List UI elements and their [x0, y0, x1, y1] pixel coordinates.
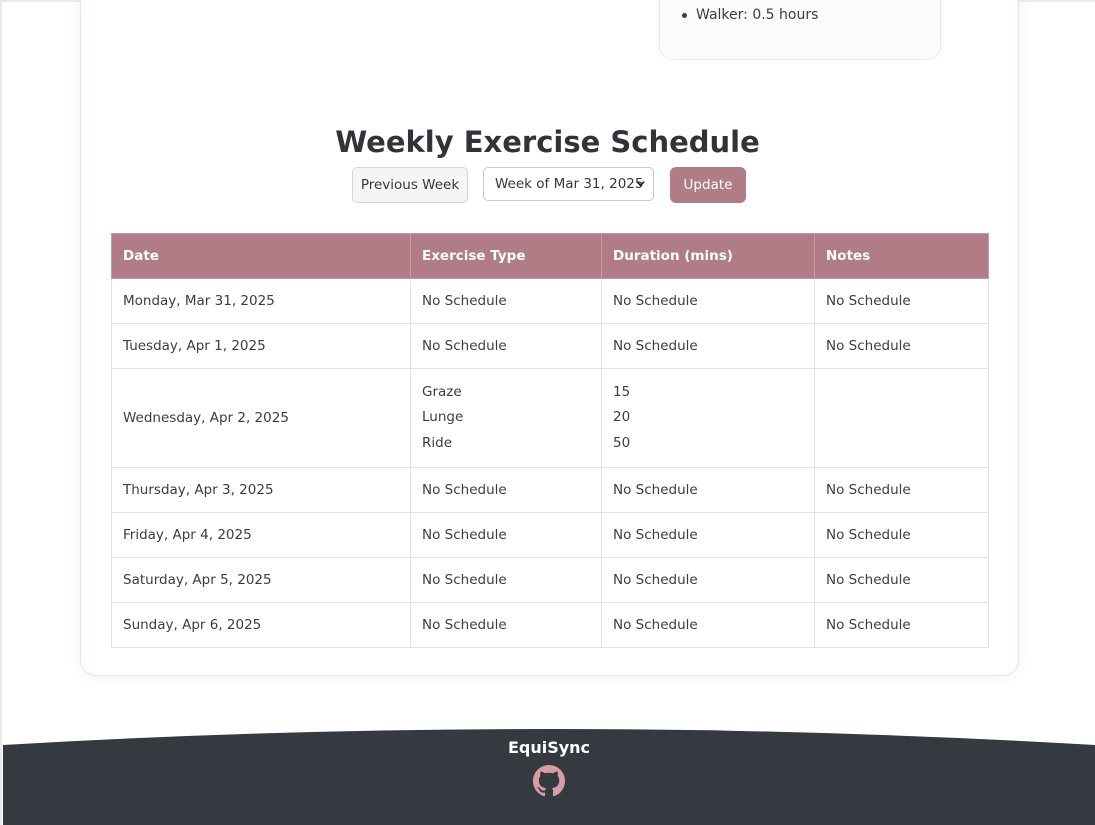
- week-select-value: Week of Mar 31, 2025: [495, 176, 644, 192]
- cell-duration: No Schedule: [601, 602, 815, 648]
- summary-item: Walker: 0.5 hours: [682, 7, 818, 23]
- cell-notes: No Schedule: [814, 602, 989, 648]
- github-icon[interactable]: [533, 765, 565, 797]
- exercise-type-entry: No Schedule: [422, 527, 507, 543]
- cell-notes: No Schedule: [814, 323, 989, 369]
- cell-notes: [814, 368, 989, 468]
- schedule-table: Date Exercise Type Duration (mins) Notes…: [111, 233, 989, 648]
- cell-exercise-type: No Schedule: [410, 557, 602, 603]
- cell-date: Friday, Apr 4, 2025: [111, 512, 411, 558]
- duration-entry: No Schedule: [613, 338, 698, 354]
- cell-date: Saturday, Apr 5, 2025: [111, 557, 411, 603]
- exercise-type-entry: Graze: [422, 383, 462, 400]
- cell-duration: No Schedule: [601, 467, 815, 513]
- cell-duration: No Schedule: [601, 512, 815, 558]
- duration-entry: 15: [613, 383, 631, 400]
- cell-duration: 15 20 50: [601, 368, 815, 468]
- cell-duration: No Schedule: [601, 557, 815, 603]
- chevron-down-icon: [636, 181, 645, 187]
- table-header-row: Date Exercise Type Duration (mins) Notes: [111, 233, 989, 279]
- table-row: Tuesday, Apr 1, 2025 No Schedule No Schedu…: [111, 323, 989, 369]
- cell-notes: No Schedule: [814, 512, 989, 558]
- column-header-duration: Duration (mins): [601, 233, 815, 279]
- cell-exercise-type: No Schedule: [410, 467, 602, 513]
- schedule-body: Monday, Mar 31, 2025 No Schedule No Schedu…: [111, 278, 989, 648]
- duration-entry: No Schedule: [613, 293, 698, 309]
- exercise-type-entry: Lunge: [422, 409, 464, 426]
- cell-exercise-type: Graze Lunge Ride: [410, 368, 602, 468]
- cell-exercise-type: No Schedule: [410, 512, 602, 558]
- cell-duration: No Schedule: [601, 323, 815, 369]
- cell-date: Tuesday, Apr 1, 2025: [111, 323, 411, 369]
- cell-date: Thursday, Apr 3, 2025: [111, 467, 411, 513]
- cell-date: Wednesday, Apr 2, 2025: [111, 368, 411, 468]
- week-select[interactable]: Week of Mar 31, 2025: [483, 167, 654, 201]
- exercise-type-entry: Ride: [422, 434, 453, 451]
- exercise-type-entry: No Schedule: [422, 338, 507, 354]
- cell-exercise-type: No Schedule: [410, 323, 602, 369]
- schedule-title: Weekly Exercise Schedule: [335, 125, 760, 159]
- cell-exercise-type: No Schedule: [410, 278, 602, 324]
- cell-notes: No Schedule: [814, 278, 989, 324]
- footer-brand: EquiSync: [507, 738, 591, 757]
- table-row: Monday, Mar 31, 2025 No Schedule No Schedu…: [111, 278, 989, 324]
- table-row: Sunday, Apr 6, 2025 No Schedule No Schedul…: [111, 602, 989, 648]
- footer: EquiSync: [3, 729, 1095, 825]
- cell-notes: No Schedule: [814, 467, 989, 513]
- summary-item-text: Walker: 0.5 hours: [696, 7, 819, 23]
- exercise-type-entry: No Schedule: [422, 482, 507, 498]
- bullet-icon: [682, 12, 687, 18]
- exercise-type-entry: No Schedule: [422, 572, 507, 588]
- exercise-type-entry: No Schedule: [422, 617, 507, 633]
- column-header-date: Date: [111, 233, 411, 279]
- previous-week-button[interactable]: Previous Week: [352, 167, 468, 203]
- duration-entry: 20: [613, 409, 631, 426]
- column-header-exercise-type: Exercise Type: [410, 233, 602, 279]
- duration-entry: No Schedule: [613, 617, 698, 633]
- duration-entry: 50: [613, 434, 631, 451]
- table-row: Wednesday, Apr 2, 2025 Graze Lunge Ride 15 20…: [111, 368, 989, 468]
- left-divider: [0, 0, 2, 825]
- table-row: Thursday, Apr 3, 2025 No Schedule No Sched…: [111, 467, 989, 513]
- duration-entry: No Schedule: [613, 572, 698, 588]
- cell-exercise-type: No Schedule: [410, 602, 602, 648]
- exercise-type-entry: No Schedule: [422, 293, 507, 309]
- table-row: Saturday, Apr 5, 2025 No Schedule No Sched…: [111, 557, 989, 603]
- duration-entry: No Schedule: [613, 527, 698, 543]
- column-header-notes: Notes: [814, 233, 989, 279]
- duration-entry: No Schedule: [613, 482, 698, 498]
- cell-notes: No Schedule: [814, 557, 989, 603]
- summary-list: Walker: 0.5 hours: [682, 7, 818, 23]
- table-row: Friday, Apr 4, 2025 No Schedule No Schedul…: [111, 512, 989, 558]
- update-button[interactable]: Update: [670, 167, 746, 203]
- cell-date: Sunday, Apr 6, 2025: [111, 602, 411, 648]
- summary-card: Walker: 0.5 hours: [659, 0, 941, 60]
- cell-date: Monday, Mar 31, 2025: [111, 278, 411, 324]
- cell-duration: No Schedule: [601, 278, 815, 324]
